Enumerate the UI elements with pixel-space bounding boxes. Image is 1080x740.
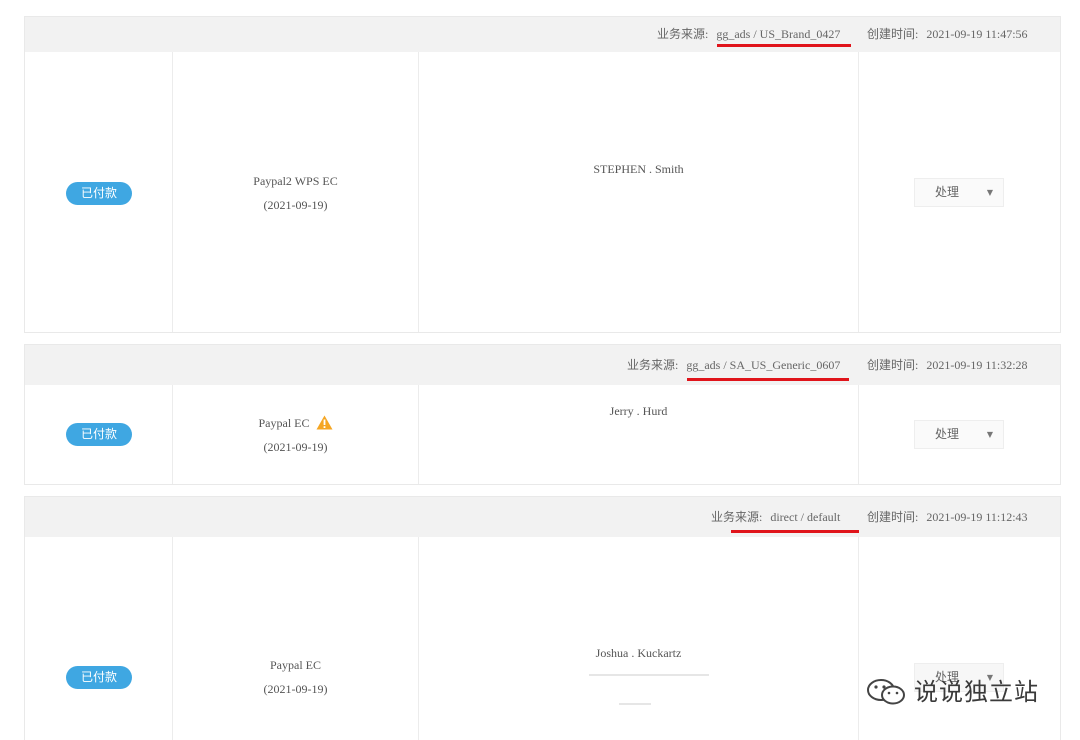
warning-icon[interactable] (316, 415, 333, 434)
payment-method: Paypal EC (270, 658, 321, 672)
source-highlight (717, 44, 851, 47)
process-dropdown-button[interactable]: 处理 ▼ (914, 178, 1004, 207)
order-header: 业务来源: gg_ads / SA_US_Generic_0607 创建时间: 20… (25, 345, 1060, 385)
wechat-icon (867, 679, 905, 705)
payment-date: (2021-09-19) (263, 440, 328, 454)
caret-down-icon: ▼ (986, 188, 993, 197)
order-header: 业务来源: direct / default 创建时间: 2021-09-19 11… (25, 497, 1060, 537)
process-dropdown-button[interactable]: 处理 ▼ (914, 420, 1004, 449)
created-value: 2021-09-19 11:12:43 (926, 510, 1028, 524)
order-card: 业务来源: gg_ads / US_Brand_0427 创建时间: 2021-09… (24, 16, 1061, 333)
source-value: gg_ads / SA_US_Generic_0607 (686, 358, 841, 372)
status-badge: 已付款 (66, 423, 132, 446)
caret-down-icon: ▼ (986, 430, 993, 439)
source-label: 业务来源: (627, 358, 679, 372)
created-label: 创建时间: (867, 510, 919, 524)
customer-name[interactable]: STEPHEN . Smith (419, 162, 858, 177)
source-value: direct / default (770, 510, 841, 524)
source-highlight (687, 378, 849, 381)
status-badge: 已付款 (66, 666, 132, 689)
order-header: 业务来源: gg_ads / US_Brand_0427 创建时间: 2021-09… (25, 17, 1060, 52)
customer-name[interactable]: Jerry . Hurd (419, 404, 858, 419)
payment-method: Paypal EC (173, 415, 418, 434)
source-highlight (731, 530, 859, 533)
source-label: 业务来源: (711, 510, 763, 524)
payment-date: (2021-09-19) (263, 682, 328, 696)
order-card: 业务来源: gg_ads / SA_US_Generic_0607 创建时间: 20… (24, 344, 1061, 485)
source-value: gg_ads / US_Brand_0427 (716, 27, 841, 41)
created-label: 创建时间: (867, 27, 919, 41)
process-label: 处理 (935, 427, 960, 441)
source-label: 业务来源: (657, 27, 709, 41)
process-label: 处理 (935, 185, 960, 199)
payment-method: Paypal2 WPS EC (253, 174, 338, 188)
payment-date: (2021-09-19) (263, 198, 328, 212)
created-label: 创建时间: (867, 358, 919, 372)
customer-name[interactable]: Joshua . Kuckartz (419, 646, 858, 661)
created-value: 2021-09-19 11:32:28 (926, 358, 1028, 372)
created-value: 2021-09-19 11:47:56 (926, 27, 1028, 41)
payment-method-text: Paypal EC (258, 416, 310, 430)
watermark-text: 说说独立站 (914, 678, 1039, 706)
status-badge: 已付款 (66, 182, 132, 205)
